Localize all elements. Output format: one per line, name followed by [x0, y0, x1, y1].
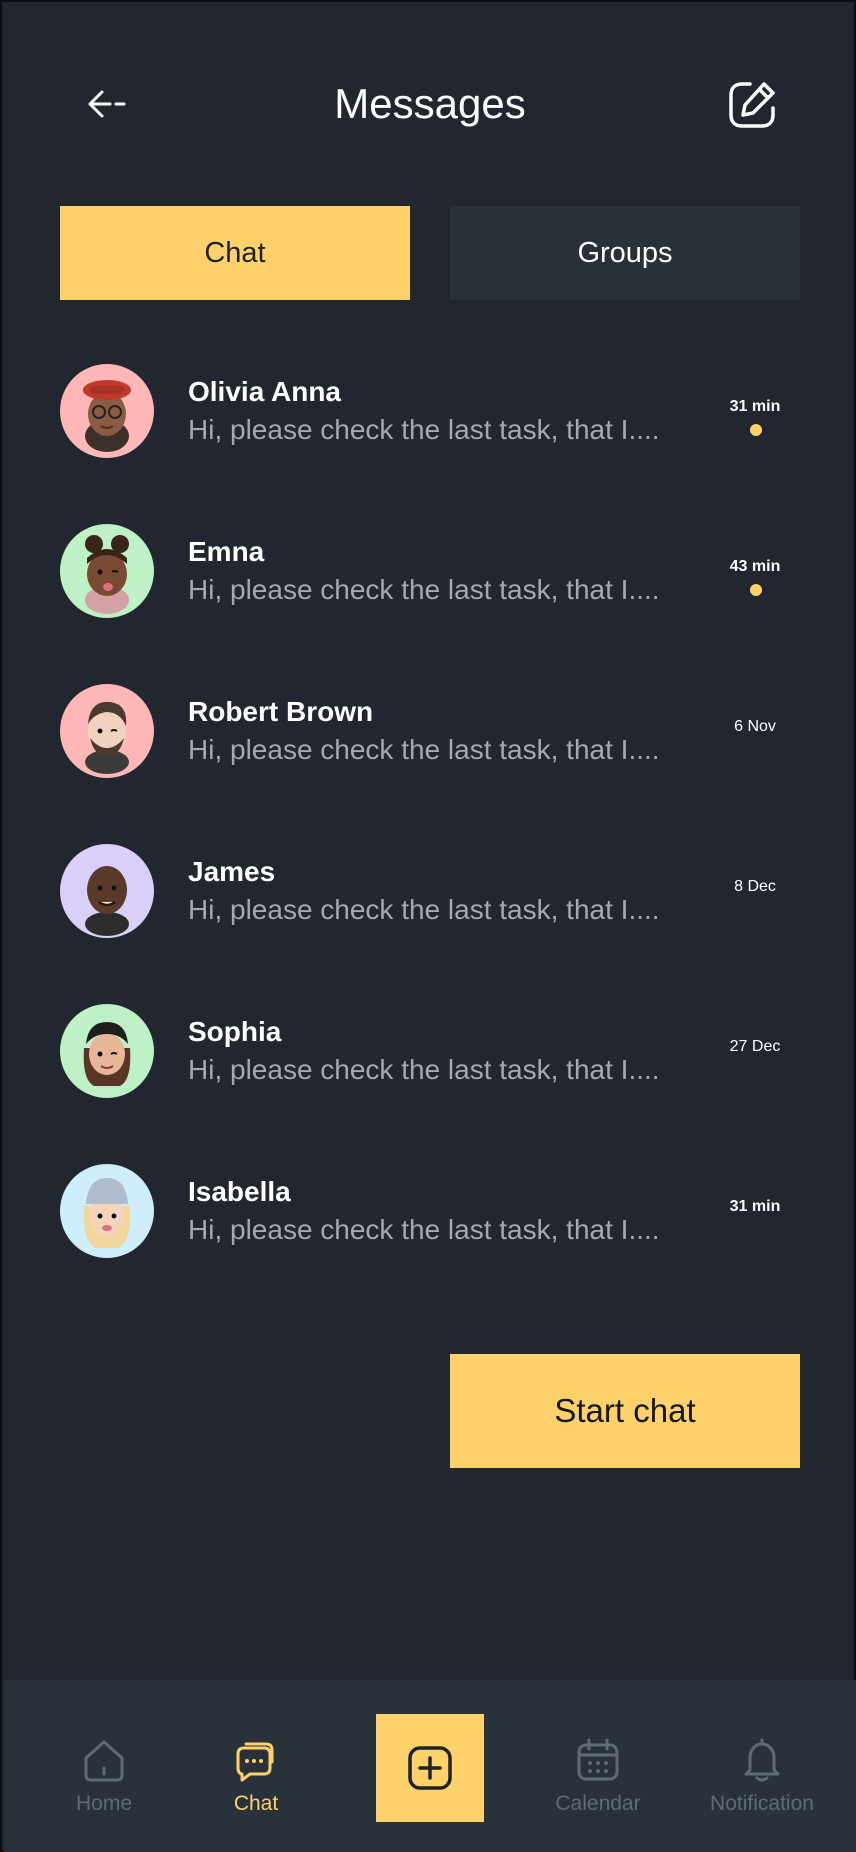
chat-time: 6 Nov	[734, 718, 776, 735]
chat-name: Isabella	[188, 1176, 291, 1207]
tab-chat[interactable]: Chat	[60, 206, 410, 300]
chat-name: James	[188, 856, 276, 887]
chat-preview: Hi, please check the last task, that I..…	[188, 1054, 660, 1085]
avatar	[60, 844, 154, 938]
start-chat-button[interactable]: Start chat	[450, 1354, 800, 1468]
compose-button[interactable]	[726, 78, 780, 132]
home-icon	[84, 1740, 124, 1782]
chat-bubbles-icon	[236, 1742, 274, 1782]
unread-dot	[750, 584, 762, 596]
nav-chat[interactable]: Chat	[186, 1736, 326, 1816]
chat-row-olivia-anna[interactable]: Olivia Anna Hi, please check the last ta…	[60, 364, 800, 524]
chat-name: Sophia	[188, 1016, 282, 1047]
nav-label: Chat	[233, 1792, 279, 1815]
edit-square-icon	[729, 82, 775, 128]
app-screen: Messages Chat Groups Olivia Anna Hi, ple…	[0, 0, 856, 1852]
nav-notification[interactable]: Notification	[692, 1736, 832, 1816]
plus-square-icon	[408, 1746, 452, 1790]
nav-home[interactable]: Home	[34, 1736, 174, 1816]
nav-label: Home	[75, 1792, 133, 1815]
unread-dot	[750, 424, 762, 436]
bottom-nav: Home Chat Calendar Notification	[4, 1680, 856, 1852]
chat-time: 8 Dec	[734, 878, 776, 895]
calendar-icon	[577, 1738, 619, 1781]
avatar	[60, 684, 154, 778]
chat-row-emna[interactable]: Emna Hi, please check the last task, tha…	[60, 524, 800, 684]
chat-preview: Hi, please check the last task, that I..…	[188, 894, 660, 925]
avatar	[60, 1004, 154, 1098]
chat-name: Olivia Anna	[188, 376, 342, 407]
nav-label: Calendar	[555, 1792, 641, 1815]
chat-preview: Hi, please check the last task, that I..…	[188, 1214, 660, 1245]
chat-row-robert-brown[interactable]: Robert Brown Hi, please check the last t…	[60, 684, 800, 844]
chat-time: 43 min	[729, 558, 781, 575]
chat-name: Robert Brown	[188, 696, 374, 727]
chat-row-isabella[interactable]: Isabella Hi, please check the last task,…	[60, 1164, 800, 1324]
chat-name: Emna	[188, 536, 265, 567]
chat-preview: Hi, please check the last task, that I..…	[188, 574, 660, 605]
header: Messages	[2, 62, 856, 146]
add-button[interactable]	[376, 1714, 484, 1822]
chat-preview: Hi, please check the last task, that I..…	[188, 734, 660, 765]
avatar	[60, 1164, 154, 1258]
chat-time: 31 min	[729, 398, 781, 415]
bell-icon	[744, 1738, 780, 1782]
avatar	[60, 364, 154, 458]
chat-row-sophia[interactable]: Sophia Hi, please check the last task, t…	[60, 1004, 800, 1164]
avatar	[60, 524, 154, 618]
tab-groups[interactable]: Groups	[450, 206, 800, 300]
chat-time: 27 Dec	[729, 1038, 781, 1055]
tab-bar: Chat Groups	[60, 206, 800, 300]
chat-time: 31 min	[729, 1198, 781, 1215]
nav-label: Notification	[710, 1792, 814, 1815]
nav-calendar[interactable]: Calendar	[528, 1736, 668, 1816]
chat-list: Olivia Anna Hi, please check the last ta…	[60, 364, 800, 1324]
chat-row-james[interactable]: James Hi, please check the last task, th…	[60, 844, 800, 1004]
chat-preview: Hi, please check the last task, that I..…	[188, 414, 660, 445]
